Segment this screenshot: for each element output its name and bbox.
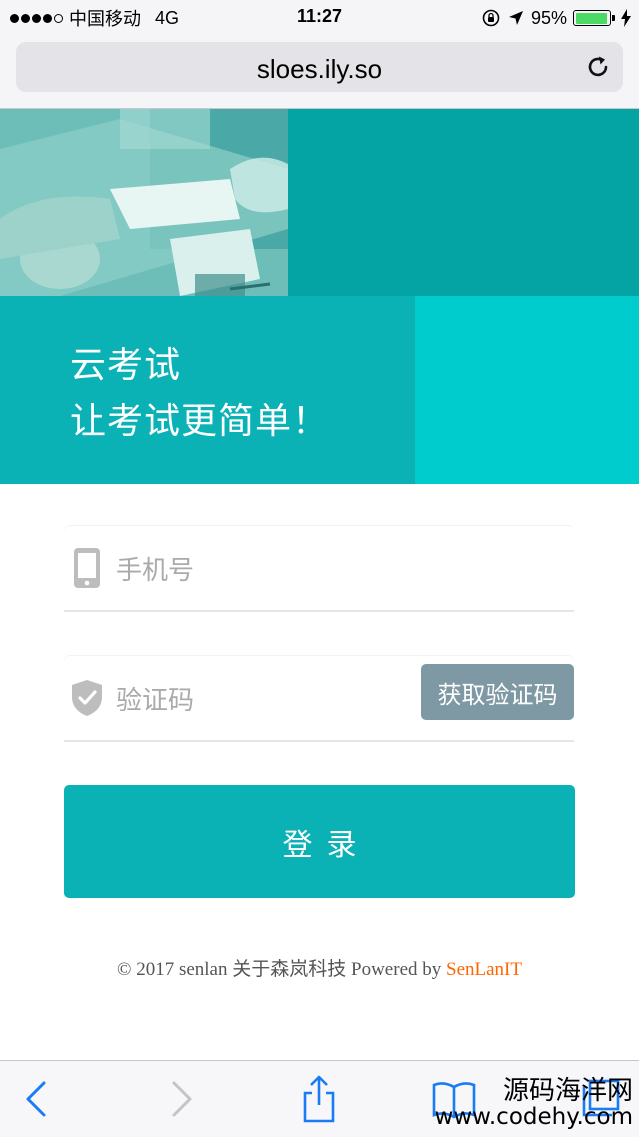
orientation-lock-icon <box>482 9 500 27</box>
location-arrow-icon <box>508 11 523 25</box>
address-bar[interactable]: sloes.ily.so <box>16 42 623 92</box>
watermark-url: www.codehy.com <box>434 1104 633 1131</box>
login-button[interactable]: 登录 <box>64 785 575 898</box>
powered-by-text: Powered by <box>351 959 442 980</box>
verification-code-input[interactable] <box>114 680 358 722</box>
get-code-button[interactable]: 获取验证码 <box>421 664 574 720</box>
browser-address-area: sloes.ily.so <box>0 36 639 109</box>
about-link[interactable]: 关于森岚科技 <box>232 959 346 980</box>
url-text: sloes.ily.so <box>256 54 383 84</box>
reload-icon[interactable] <box>585 54 611 80</box>
battery-icon <box>573 10 611 26</box>
watermark: 源码海洋网 www.codehy.com <box>434 1076 633 1131</box>
code-field: 获取验证码 <box>64 656 574 742</box>
status-right: 95% <box>481 6 631 30</box>
hero-title: 云考试 <box>70 345 182 386</box>
shield-check-icon <box>72 680 102 716</box>
brand-link[interactable]: SenLanIT <box>446 959 522 980</box>
hero-subtitle: 让考试更简单！ <box>70 401 330 442</box>
hero-teal-block <box>288 109 639 296</box>
footer: © 2017 senlan 关于森岚科技 Powered by SenLanIT <box>0 954 639 981</box>
phone-input[interactable] <box>114 550 418 592</box>
watermark-title: 源码海洋网 <box>502 1076 633 1106</box>
battery-percent: 95% <box>530 7 567 28</box>
hero-cyan-block <box>415 296 639 484</box>
mobile-phone-icon <box>74 548 100 588</box>
status-bar: 中国移动 4G 11:27 95% <box>0 0 639 36</box>
charging-bolt-icon <box>621 9 631 27</box>
battery-tip <box>612 15 615 21</box>
copyright-text: © 2017 senlan <box>117 959 228 980</box>
hero-photo <box>0 109 288 296</box>
exam-paper-photo <box>0 109 288 296</box>
phone-field <box>64 526 574 612</box>
forward-icon[interactable] <box>156 1075 204 1123</box>
share-icon[interactable] <box>295 1075 343 1123</box>
back-icon[interactable] <box>14 1075 62 1123</box>
hero-slogan-block: 云考试 让考试更简单！ <box>0 296 415 484</box>
